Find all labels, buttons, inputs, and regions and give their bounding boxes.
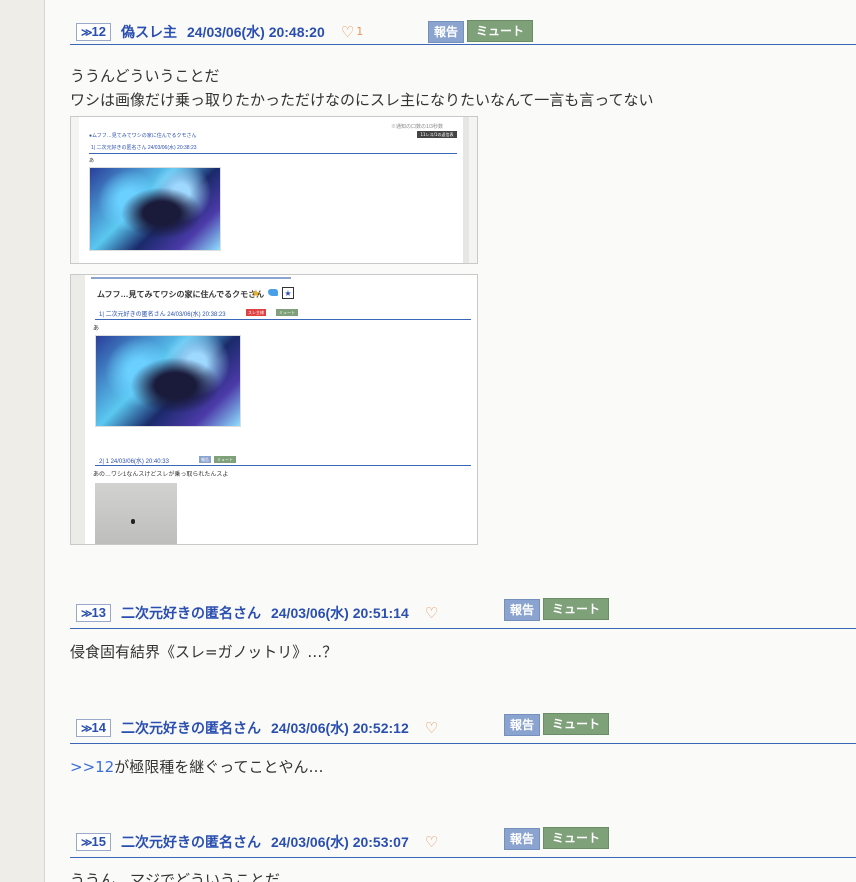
bookmark-star-icon: ★ <box>282 287 294 299</box>
post-body-line: ワシは画像だけ乗っ取りたかっただけなのにスレ主になりたいなんて一言も言ってない <box>70 91 654 109</box>
post-datetime: 24/03/06(水) 20:52:12 <box>270 719 409 736</box>
heart-icon[interactable]: ♡ <box>425 834 438 849</box>
post-13: ≫13 二次元好きの匿名さん 24/03/06(水) 20:51:14 ♡ 報告… <box>70 597 856 629</box>
left-gutter <box>0 0 45 882</box>
heart-count: 1 <box>356 25 364 38</box>
heart-icon[interactable]: ♡ <box>425 605 438 620</box>
mute-button[interactable]: ミュート <box>543 713 610 735</box>
mini-photo <box>95 483 177 544</box>
post-15: ≫15 二次元好きの匿名さん 24/03/06(水) 20:53:07 ♡ 報告… <box>70 826 856 858</box>
post-datetime: 24/03/06(水) 20:48:20 <box>186 23 325 40</box>
post-number-button[interactable]: ≫14 <box>76 718 111 737</box>
post-12: ≫12 偽スレ主 24/03/06(水) 20:48:20 ♡ 1 報告 ミュー… <box>70 19 856 45</box>
resno-arrow-icon: ≫ <box>81 836 92 849</box>
post-datetime: 24/03/06(水) 20:51:14 <box>270 604 409 621</box>
attached-image-1[interactable]: ※通知の口数の1/3秒数 ●ムフフ…見てみてワシの家に住んでるクモさん 11レス… <box>70 116 478 264</box>
post-datetime: 24/03/06(水) 20:53:07 <box>270 833 409 850</box>
post-number-button[interactable]: ≫13 <box>76 603 111 622</box>
post-body-line: ううんどういうことだ <box>70 67 220 85</box>
attached-image-2[interactable]: ムフフ…見てみてワシの家に住んでるクモさん ★ ★ 1| 二次元好きの匿名さん … <box>70 274 478 545</box>
post-number-button[interactable]: ≫15 <box>76 832 111 851</box>
resno-arrow-icon: ≫ <box>81 607 92 620</box>
post-body: >>12が極限種を継ぐってことやん… <box>70 749 850 779</box>
report-button[interactable]: 報告 <box>428 21 465 43</box>
bird-icon <box>268 289 278 296</box>
post-number-button[interactable]: ≫12 <box>76 22 111 41</box>
mute-button[interactable]: ミュート <box>467 20 534 42</box>
heart-icon[interactable]: ♡ <box>341 24 354 39</box>
resno-arrow-icon: ≫ <box>81 722 92 735</box>
mute-button[interactable]: ミュート <box>543 827 610 849</box>
post-body-line: 侵食固有結界《スレ=ガノットリ》…？ <box>70 643 338 661</box>
heart-icon[interactable]: ♡ <box>425 720 438 735</box>
mini-artwork <box>95 335 241 427</box>
post-author: 偽スレ主 <box>120 23 177 40</box>
post-author: 二次元好きの匿名さん <box>120 604 261 621</box>
report-button[interactable]: 報告 <box>504 714 541 736</box>
post-body-line: ううん…マジでどういうことだ <box>70 871 281 882</box>
post-body: ううんどういうことだ ワシは画像だけ乗っ取りたかっただけなのにスレ主になりたいな… <box>70 58 850 112</box>
anchor-link[interactable]: >>12 <box>70 758 114 776</box>
thread-content: ≫12 偽スレ主 24/03/06(水) 20:48:20 ♡ 1 報告 ミュー… <box>45 0 856 882</box>
mute-button[interactable]: ミュート <box>543 598 610 620</box>
post-header: ≫15 二次元好きの匿名さん 24/03/06(水) 20:53:07 ♡ 報告… <box>70 826 856 858</box>
post-body-line: >>12が極限種を継ぐってことやん… <box>70 758 324 776</box>
post-header: ≫14 二次元好きの匿名さん 24/03/06(水) 20:52:12 ♡ 報告… <box>70 712 856 744</box>
mini-artwork <box>89 167 221 251</box>
post-author: 二次元好きの匿名さん <box>120 719 261 736</box>
post-header: ≫13 二次元好きの匿名さん 24/03/06(水) 20:51:14 ♡ 報告… <box>70 597 856 629</box>
post-header: ≫12 偽スレ主 24/03/06(水) 20:48:20 ♡ 1 報告 ミュー… <box>70 19 856 45</box>
post-14: ≫14 二次元好きの匿名さん 24/03/06(水) 20:52:12 ♡ 報告… <box>70 712 856 744</box>
post-body: 侵食固有結界《スレ=ガノットリ》…？ <box>70 634 850 664</box>
resno-arrow-icon: ≫ <box>81 26 92 39</box>
report-button[interactable]: 報告 <box>504 828 541 850</box>
post-body: ううん…マジでどういうことだ <box>70 862 850 882</box>
star-icon: ★ <box>251 287 261 300</box>
report-button[interactable]: 報告 <box>504 599 541 621</box>
post-author: 二次元好きの匿名さん <box>120 833 261 850</box>
